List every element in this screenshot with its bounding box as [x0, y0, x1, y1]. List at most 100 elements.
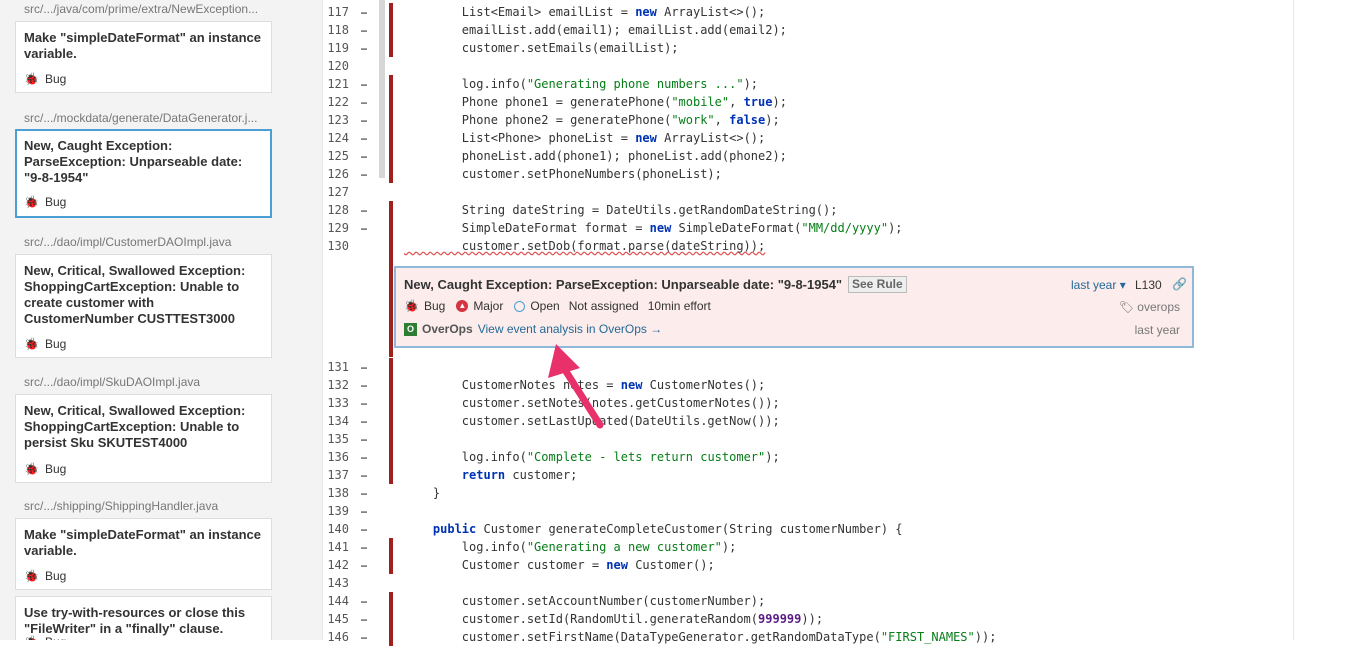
- line-number[interactable]: 122: [323, 93, 349, 111]
- line-options-dots[interactable]: …: [361, 556, 373, 574]
- line-options-dots[interactable]: …: [361, 538, 373, 556]
- link-icon[interactable]: 🔗: [1172, 277, 1187, 291]
- scm-changed-marker: [389, 75, 393, 93]
- line-number[interactable]: 145: [323, 610, 349, 628]
- line-options-dots[interactable]: …: [361, 39, 373, 57]
- line-options-dots[interactable]: …: [361, 610, 373, 628]
- line-number[interactable]: 141: [323, 538, 349, 556]
- issue-effort[interactable]: 10min effort: [648, 299, 711, 313]
- line-options-dots[interactable]: …: [361, 219, 373, 237]
- issue-card[interactable]: New, Critical, Swallowed Exception: Shop…: [15, 254, 272, 358]
- line-options-dots[interactable]: …: [361, 394, 373, 412]
- line-options-dots[interactable]: …: [361, 201, 373, 219]
- line-number[interactable]: 134: [323, 412, 349, 430]
- issue-severity[interactable]: Major: [473, 299, 503, 313]
- issue-status[interactable]: Open: [530, 299, 559, 313]
- line-number[interactable]: 121: [323, 75, 349, 93]
- code-text: phoneList.add(phone1); phoneList.add(pho…: [404, 147, 787, 165]
- bug-icon: 🐞: [404, 299, 419, 313]
- major-severity-icon: ▲: [456, 300, 469, 312]
- issue-card[interactable]: Use try-with-resources or close this "Fi…: [15, 596, 272, 640]
- line-number[interactable]: 137: [323, 466, 349, 484]
- line-number[interactable]: 120: [323, 57, 349, 75]
- line-number[interactable]: 130: [323, 237, 349, 255]
- line-number[interactable]: 140: [323, 520, 349, 538]
- issue-type-label: Bug: [44, 462, 67, 476]
- code-line: 123 … Phone phone2 = generatePhone("work"…: [323, 111, 1293, 129]
- line-number[interactable]: 138: [323, 484, 349, 502]
- line-options-dots[interactable]: …: [361, 21, 373, 39]
- file-path: src/.../shipping/ShippingHandler.java: [24, 499, 219, 513]
- code-line: 131 …: [323, 358, 1293, 376]
- arrow-head: [548, 344, 580, 378]
- line-options-dots[interactable]: …: [361, 358, 373, 376]
- line-number[interactable]: 146: [323, 628, 349, 646]
- code-token: );: [765, 450, 780, 464]
- code-text: Phone phone2 = generatePhone("work", fal…: [404, 111, 780, 129]
- line-number[interactable]: 123: [323, 111, 349, 129]
- line-options-dots[interactable]: …: [361, 111, 373, 129]
- line-options-dots[interactable]: …: [361, 129, 373, 147]
- code-token: "mobile": [671, 95, 730, 109]
- line-number[interactable]: 144: [323, 592, 349, 610]
- line-number[interactable]: 118: [323, 21, 349, 39]
- issue-card-type: 🐞 Bug: [24, 635, 66, 640]
- line-options-dots[interactable]: …: [361, 466, 373, 484]
- line-options-dots[interactable]: …: [361, 147, 373, 165]
- line-number[interactable]: 133: [323, 394, 349, 412]
- issue-card[interactable]: New, Critical, Swallowed Exception: Shop…: [15, 394, 272, 483]
- line-number[interactable]: 136: [323, 448, 349, 466]
- overops-link[interactable]: View event analysis in OverOps →: [478, 322, 663, 336]
- line-number[interactable]: 129: [323, 219, 349, 237]
- issue-assignee[interactable]: Not assigned: [569, 299, 639, 313]
- issue-age-dropdown[interactable]: last year ▾: [1071, 278, 1126, 292]
- line-options-dots[interactable]: …: [361, 592, 373, 610]
- code-token: customer.setDob(format.parse(dateString)…: [404, 239, 766, 253]
- line-options-dots[interactable]: …: [361, 484, 373, 502]
- issue-card-title: New, Critical, Swallowed Exception: Shop…: [24, 263, 246, 326]
- line-number[interactable]: 128: [323, 201, 349, 219]
- code-text: customer.setAccountNumber(customerNumber…: [404, 592, 765, 610]
- issue-tags[interactable]: 🏷 overops: [1119, 300, 1180, 314]
- line-number[interactable]: 125: [323, 147, 349, 165]
- see-rule-button[interactable]: See Rule: [848, 276, 907, 293]
- line-number[interactable]: 142: [323, 556, 349, 574]
- issue-panel[interactable]: New, Caught Exception: ParseException: U…: [394, 266, 1194, 348]
- code-text: Customer customer = new Customer();: [404, 556, 715, 574]
- issue-card[interactable]: Make "simpleDateFormat" an instance vari…: [15, 21, 272, 93]
- line-options-dots[interactable]: …: [361, 628, 373, 646]
- line-options-dots[interactable]: …: [361, 520, 373, 538]
- line-number[interactable]: 126: [323, 165, 349, 183]
- line-options-dots[interactable]: …: [361, 430, 373, 448]
- line-options-dots[interactable]: …: [361, 93, 373, 111]
- line-options-dots[interactable]: …: [361, 376, 373, 394]
- issue-card[interactable]: Make "simpleDateFormat" an instance vari…: [15, 518, 272, 590]
- issue-tag-label: overops: [1137, 300, 1180, 314]
- line-options-dots[interactable]: …: [361, 75, 373, 93]
- line-number[interactable]: 135: [323, 430, 349, 448]
- line-number[interactable]: 119: [323, 39, 349, 57]
- issue-type[interactable]: Bug: [424, 299, 445, 313]
- code-token: SimpleDateFormat(: [671, 221, 802, 235]
- code-token: "Generating a new customer": [526, 540, 722, 554]
- line-number[interactable]: 124: [323, 129, 349, 147]
- line-number[interactable]: 132: [323, 376, 349, 394]
- code-text: customer.setDob(format.parse(dateString)…: [404, 237, 765, 255]
- line-number[interactable]: 127: [323, 183, 349, 201]
- line-options-dots[interactable]: …: [361, 502, 373, 520]
- line-number[interactable]: 139: [323, 502, 349, 520]
- line-options-dots[interactable]: …: [361, 165, 373, 183]
- line-number[interactable]: 131: [323, 358, 349, 376]
- line-number[interactable]: 117: [323, 3, 349, 21]
- code-token: "Complete - lets return customer": [526, 450, 766, 464]
- issue-card-selected[interactable]: New, Caught Exception: ParseException: U…: [15, 129, 272, 218]
- line-number[interactable]: 143: [323, 574, 349, 592]
- scm-changed-marker: [389, 628, 393, 646]
- line-options-dots[interactable]: …: [361, 412, 373, 430]
- issue-title[interactable]: New, Caught Exception: ParseException: U…: [404, 277, 842, 292]
- line-options-dots[interactable]: …: [361, 3, 373, 21]
- issue-line-ref[interactable]: L130: [1135, 278, 1162, 292]
- scm-changed-marker: [389, 556, 393, 574]
- code-text: emailList.add(email1); emailList.add(ema…: [404, 21, 787, 39]
- line-options-dots[interactable]: …: [361, 448, 373, 466]
